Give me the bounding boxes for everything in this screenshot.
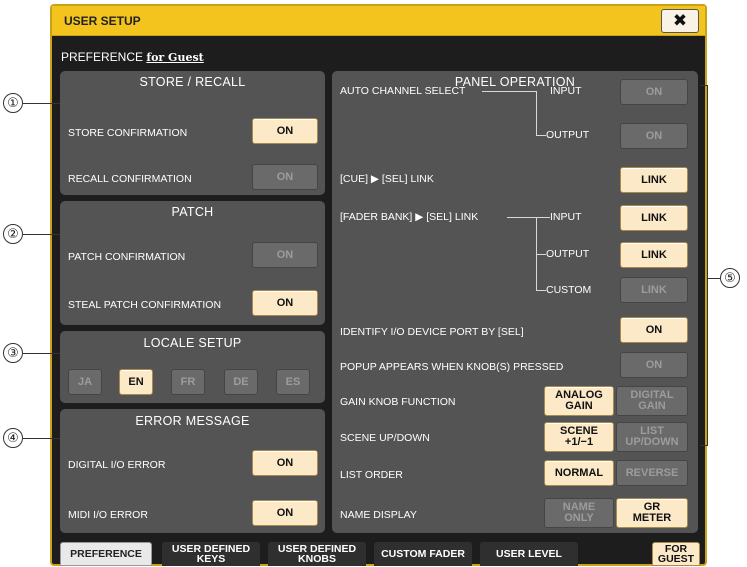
error-message-panel: ERROR MESSAGE DIGITAL I/O ERROR ON MIDI … (60, 409, 325, 533)
midi-io-error-label: MIDI I/O ERROR (68, 509, 148, 521)
callout-3-leader (23, 353, 60, 354)
tab-knobs-line2: KNOBS (298, 553, 336, 565)
auto-channel-connector (482, 91, 536, 92)
fader-output-link-button[interactable]: LINK (620, 242, 688, 268)
tab-guest-line2: GUEST (657, 553, 695, 565)
callout-4: ④ (3, 428, 23, 448)
cue-sel-link-label: [CUE] ▶ [SEL] LINK (340, 173, 434, 185)
name-only-button[interactable]: NAME ONLY (544, 498, 614, 528)
for-guest-link[interactable]: for Guest (146, 51, 203, 64)
normal-order-button[interactable]: NORMAL (544, 460, 614, 486)
locale-panel: LOCALE SETUP JA EN FR DE ES (60, 331, 325, 403)
list-order-label: LIST ORDER (340, 469, 403, 481)
patch-confirmation-label: PATCH CONFIRMATION (68, 251, 186, 263)
locale-es-button[interactable]: ES (276, 369, 310, 395)
steal-patch-button[interactable]: ON (252, 290, 318, 316)
tab-user-defined-keys[interactable]: USER DEFINED KEYS (162, 542, 260, 566)
callout-2-leader (23, 234, 60, 235)
callout-5: ⑤ (720, 268, 740, 288)
steal-patch-label: STEAL PATCH CONFIRMATION (68, 299, 222, 311)
popup-knob-label: POPUP APPEARS WHEN KNOB(S) PRESSED (340, 361, 564, 373)
reverse-order-button[interactable]: REVERSE (616, 460, 688, 486)
store-confirmation-label: STORE CONFIRMATION (68, 127, 188, 139)
title-bar: USER SETUP ✖ (52, 6, 705, 36)
patch-title: PATCH (171, 205, 214, 219)
tab-bar: PREFERENCE USER DEFINED KEYS USER DEFINE… (52, 538, 705, 566)
tab-user-defined-knobs[interactable]: USER DEFINED KNOBS (268, 542, 366, 566)
fader-bank-connector-custom (536, 290, 546, 291)
fader-input-label: INPUT (550, 211, 582, 223)
fader-bank-connector (507, 217, 550, 218)
tab-custom-fader[interactable]: CUSTOM FADER (374, 542, 472, 566)
locale-de-button[interactable]: DE (224, 369, 258, 395)
tab-preference[interactable]: PREFERENCE (60, 542, 152, 566)
identify-io-port-button[interactable]: ON (620, 317, 688, 343)
midi-io-error-button[interactable]: ON (252, 500, 318, 526)
popup-knob-button[interactable]: ON (620, 352, 688, 378)
digital-io-error-label: DIGITAL I/O ERROR (68, 459, 166, 471)
fader-bank-sel-link-label: [FADER BANK] ▶ [SEL] LINK (340, 211, 479, 223)
list-up-down-button[interactable]: LIST UP/DOWN (616, 422, 688, 452)
callout-1: ① (3, 93, 23, 113)
fader-custom-label: CUSTOM (546, 284, 592, 296)
auto-channel-connector-output (536, 135, 546, 136)
scene-up-down-label: SCENE UP/DOWN (340, 432, 430, 444)
auto-input-label: INPUT (550, 85, 582, 97)
fader-custom-link-button[interactable]: LINK (620, 277, 688, 303)
preference-label: PREFERENCE (61, 50, 144, 64)
store-recall-panel: STORE / RECALL STORE CONFIRMATION ON REC… (60, 71, 325, 195)
store-recall-title: STORE / RECALL (139, 75, 246, 89)
name-only-line2: ONLY (564, 512, 594, 524)
scene-plus-minus-button[interactable]: SCENE +1/−1 (544, 422, 614, 452)
auto-channel-select-label: AUTO CHANNEL SELECT (340, 85, 466, 97)
fader-bank-connector-output (536, 254, 546, 255)
patch-panel: PATCH PATCH CONFIRMATION ON STEAL PATCH … (60, 201, 325, 325)
auto-output-label: OUTPUT (546, 129, 590, 141)
callout-5-bracket (700, 85, 708, 446)
locale-title: LOCALE SETUP (143, 336, 242, 350)
callout-1-leader (23, 103, 60, 104)
error-message-title: ERROR MESSAGE (135, 414, 250, 428)
analog-gain-line2: GAIN (565, 400, 593, 412)
recall-confirmation-button[interactable]: ON (252, 164, 318, 190)
locale-en-button[interactable]: EN (119, 369, 153, 395)
scene-line2: +1/−1 (564, 436, 594, 448)
cue-sel-link-button[interactable]: LINK (620, 167, 688, 193)
recall-confirmation-label: RECALL CONFIRMATION (68, 173, 192, 185)
fader-output-label: OUTPUT (546, 248, 590, 260)
store-confirmation-button[interactable]: ON (252, 118, 318, 144)
digital-gain-button[interactable]: DIGITAL GAIN (616, 386, 688, 416)
digital-gain-line2: GAIN (638, 400, 666, 412)
user-setup-window: USER SETUP ✖ PREFERENCE for Guest STORE … (50, 4, 707, 566)
window-title: USER SETUP (64, 14, 141, 28)
auto-output-button[interactable]: ON (620, 123, 688, 149)
tab-for-guest[interactable]: FOR GUEST (652, 542, 700, 566)
tab-user-level[interactable]: USER LEVEL (480, 542, 578, 566)
panel-operation-panel: PANEL OPERATION AUTO CHANNEL SELECT INPU… (332, 71, 698, 533)
callout-5-leader (708, 278, 720, 279)
gain-knob-function-label: GAIN KNOB FUNCTION (340, 396, 456, 408)
locale-fr-button[interactable]: FR (171, 369, 205, 395)
identify-io-port-label: IDENTIFY I/O DEVICE PORT BY [SEL] (340, 326, 524, 338)
name-display-label: NAME DISPLAY (340, 509, 417, 521)
patch-confirmation-button[interactable]: ON (252, 242, 318, 268)
close-button[interactable]: ✖ (661, 9, 699, 33)
digital-io-error-button[interactable]: ON (252, 450, 318, 476)
callout-4-leader (23, 438, 60, 439)
auto-channel-connector-vertical (536, 91, 537, 135)
gr-meter-line2: METER (632, 512, 672, 524)
analog-gain-button[interactable]: ANALOG GAIN (544, 386, 614, 416)
locale-ja-button[interactable]: JA (68, 369, 102, 395)
callout-2: ② (3, 224, 23, 244)
preference-header: PREFERENCE for Guest (61, 50, 204, 64)
tab-keys-line2: KEYS (196, 553, 226, 565)
list-line2: UP/DOWN (625, 436, 679, 448)
auto-input-button[interactable]: ON (620, 79, 688, 105)
callout-3: ③ (3, 343, 23, 363)
gr-meter-button[interactable]: GR METER (616, 498, 688, 528)
fader-input-link-button[interactable]: LINK (620, 205, 688, 231)
